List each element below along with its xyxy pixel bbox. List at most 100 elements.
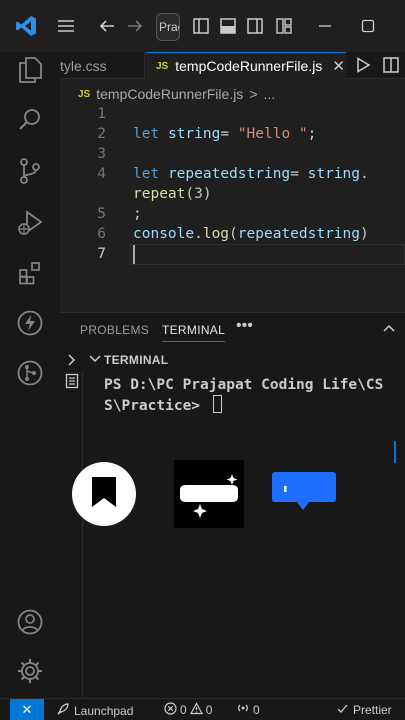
panel-tab-bar: PROBLEMS TERMINAL ••• <box>60 313 405 347</box>
ports-item[interactable]: 0 <box>236 702 260 718</box>
minimize-icon[interactable] <box>311 12 339 40</box>
code-line-4: let repeatedstring= string. <box>133 164 369 184</box>
remote-indicator-icon[interactable]: ✕ <box>10 699 44 720</box>
maximize-icon[interactable] <box>354 12 382 40</box>
string-literal: "Hello " <box>237 126 308 142</box>
code-editor[interactable]: 1 2 3 4 5 6 7 let string= "Hello "; let … <box>60 104 405 312</box>
breadcrumb-separator: > <box>249 86 258 102</box>
line-number: 3 <box>97 146 106 162</box>
ports-count: 0 <box>253 703 260 717</box>
error-count: 0 <box>180 703 187 717</box>
breadcrumb-more[interactable]: ... <box>264 86 276 102</box>
chevron-up-icon[interactable] <box>382 322 396 339</box>
punctuation: ; <box>133 206 142 222</box>
scrollbar-marker <box>394 441 396 463</box>
code-line-5: ; <box>133 204 142 224</box>
sparkle-chat-icon <box>174 474 244 532</box>
code-line-2: let string= "Hello "; <box>133 124 316 144</box>
problems-summary[interactable]: 0 0 <box>164 702 212 718</box>
arrow-left-icon[interactable] <box>93 12 121 40</box>
punctuation: . <box>194 226 203 242</box>
launchpad-label: Launchpad <box>74 703 134 718</box>
keyword: let <box>133 126 160 142</box>
tab-terminal[interactable]: TERMINAL <box>162 323 226 342</box>
hamburger-menu-icon[interactable] <box>52 12 80 40</box>
terminal-output[interactable]: PS D:\PC Prajapat Coding Life\CS S\Pract… <box>104 375 394 416</box>
accounts-icon[interactable] <box>14 606 46 638</box>
keyword: let <box>133 166 160 182</box>
launchpad-item[interactable]: Launchpad <box>56 702 133 719</box>
function-name: log <box>202 226 230 242</box>
comment-button[interactable] <box>271 470 337 518</box>
punctuation: ) <box>202 186 212 202</box>
tab-tempcoderunnerfile-js[interactable]: JS tempCodeRunnerFile.js ✕ <box>146 52 346 79</box>
warning-count: 0 <box>205 703 213 717</box>
terminal-cursor <box>212 395 222 413</box>
prettier-label: Prettier <box>353 703 392 717</box>
check-icon <box>336 702 349 718</box>
ai-chat-button[interactable] <box>174 460 244 528</box>
title-bar: Prac <box>0 0 405 52</box>
terminal-list-icon[interactable] <box>65 373 79 393</box>
layout-sidebar-right-icon[interactable] <box>241 12 269 40</box>
bookmark-icon <box>89 474 119 514</box>
explorer-icon[interactable] <box>14 54 46 86</box>
punctuation: ( <box>229 226 238 242</box>
close-icon[interactable]: ✕ <box>332 57 345 75</box>
tab-problems[interactable]: PROBLEMS <box>80 323 149 337</box>
layout-panel-icon[interactable] <box>214 12 242 40</box>
broadcast-icon <box>236 702 250 718</box>
command-center-search[interactable]: Prac <box>156 13 180 41</box>
identifier: repeatedstring <box>167 166 291 182</box>
js-file-icon: JS <box>78 88 91 100</box>
search-icon[interactable] <box>14 104 46 136</box>
identifier: repeatedstring <box>237 226 360 242</box>
text-cursor <box>133 245 135 264</box>
current-line-highlight <box>130 244 405 265</box>
tab-label: tempCodeRunnerFile.js <box>175 58 323 74</box>
error-icon <box>164 702 177 718</box>
run-icon[interactable] <box>354 56 372 78</box>
punctuation: ; <box>307 126 317 142</box>
breadcrumb-file[interactable]: tempCodeRunnerFile.js <box>96 86 243 102</box>
number-literal: 3 <box>194 186 203 202</box>
terminal-section-header[interactable]: TERMINAL <box>60 349 405 371</box>
git-graph-icon[interactable] <box>14 357 46 389</box>
source-control-icon[interactable] <box>14 155 46 187</box>
layout-sidebar-icon[interactable] <box>187 12 215 40</box>
split-editor-icon[interactable] <box>382 56 400 78</box>
more-actions-icon[interactable]: ••• <box>236 317 253 335</box>
line-number: 5 <box>97 206 106 222</box>
terminal-line: S\Practice> <box>104 398 209 414</box>
function-name: repeat <box>133 186 186 202</box>
operator: = <box>290 166 308 182</box>
status-bar: ✕ Launchpad 0 0 0 Prettier <box>0 698 405 720</box>
punctuation: ( <box>185 186 195 202</box>
breadcrumb: JS tempCodeRunnerFile.js > ... <box>60 82 405 106</box>
line-number: 6 <box>97 226 106 242</box>
line-number: 4 <box>97 166 106 182</box>
activity-bar <box>0 52 60 698</box>
code-line-4-wrap: repeat(3) <box>133 184 212 204</box>
customize-layout-icon[interactable] <box>270 12 298 40</box>
terminal-divider <box>82 371 83 699</box>
vscode-logo-icon[interactable] <box>12 12 40 40</box>
identifier: string <box>307 166 361 182</box>
code-line-6: console.log(repeatedstring) <box>133 224 369 244</box>
thunder-client-icon[interactable] <box>14 307 46 339</box>
run-debug-icon[interactable] <box>14 207 46 239</box>
warning-icon <box>189 702 203 718</box>
arrow-right-icon[interactable] <box>121 12 149 40</box>
tab-style-css[interactable]: tyle.css <box>60 52 145 79</box>
operator: = <box>220 126 238 142</box>
chevron-right-icon[interactable] <box>66 353 78 370</box>
extensions-icon[interactable] <box>14 257 46 289</box>
line-number: 7 <box>97 246 106 262</box>
punctuation: ) <box>360 226 369 242</box>
terminal-line: PS D:\PC Prajapat Coding Life\CS <box>104 377 384 393</box>
prettier-item[interactable]: Prettier <box>336 702 392 718</box>
terminal-prompt-line: S\Practice> <box>104 395 394 416</box>
chevron-down-icon[interactable] <box>88 353 102 368</box>
settings-gear-icon[interactable] <box>14 655 46 687</box>
bookmark-button[interactable] <box>72 462 136 526</box>
